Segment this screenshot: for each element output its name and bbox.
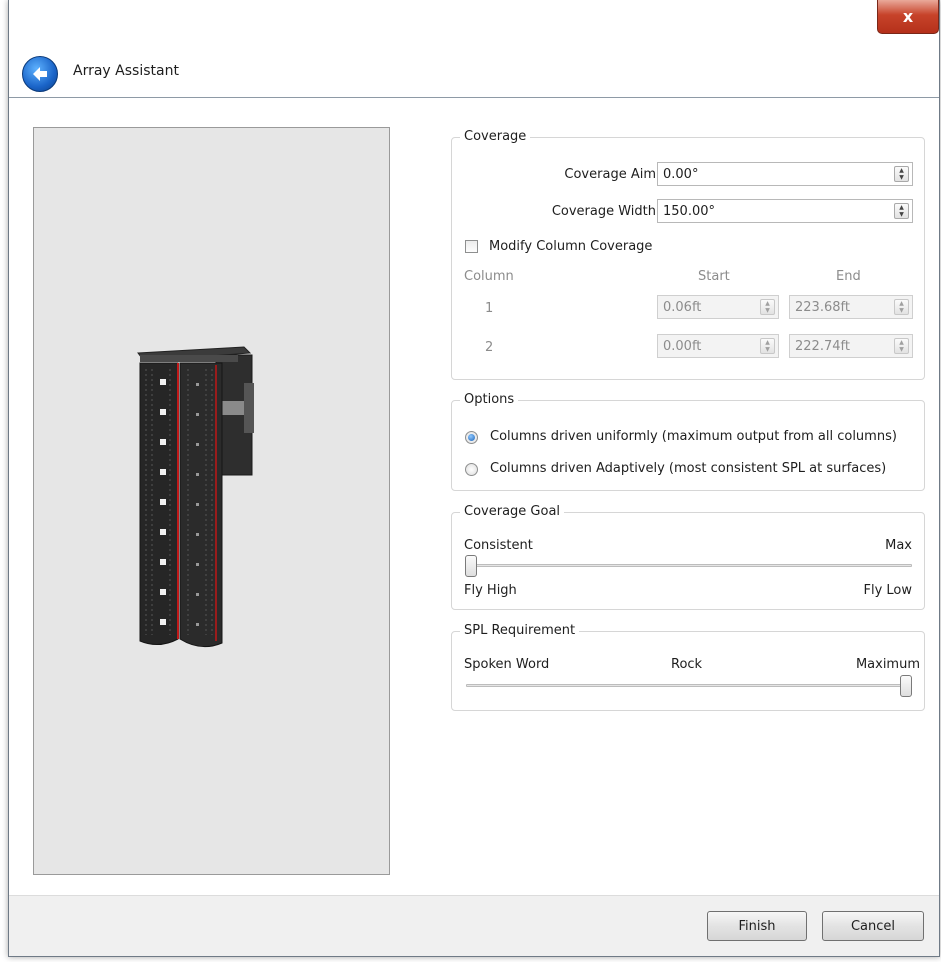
coverage-goal-slider-thumb[interactable] xyxy=(465,555,477,577)
coverage-goal-legend: Coverage Goal xyxy=(460,504,565,519)
coverage-aim-stepper[interactable]: 0.00° ▲ ▼ xyxy=(657,162,913,186)
wizard-header: Array Assistant xyxy=(9,40,939,98)
spinner-arrows-icon[interactable]: ▲ ▼ xyxy=(760,299,775,315)
radio-uniform-label: Columns driven uniformly (maximum output… xyxy=(490,429,897,444)
spinner-arrows-icon[interactable]: ▲ ▼ xyxy=(760,338,775,354)
spinner-arrows-icon[interactable]: ▲ ▼ xyxy=(894,299,909,315)
column-2-start-value: 0.00ft xyxy=(663,339,702,354)
modify-column-coverage-label: Modify Column Coverage xyxy=(489,239,653,254)
column-2-end-stepper[interactable]: 222.74ft ▲ ▼ xyxy=(789,334,913,358)
column-1-end-stepper[interactable]: 223.68ft ▲ ▼ xyxy=(789,295,913,319)
spinner-arrows-icon[interactable]: ▲ ▼ xyxy=(894,166,909,182)
coverage-goal-slider-track[interactable] xyxy=(466,564,912,567)
spl-requirement-legend: SPL Requirement xyxy=(460,623,580,638)
coverage-aim-label: Coverage Aim xyxy=(564,167,656,182)
title-bar: x xyxy=(9,0,939,40)
coverage-legend: Coverage xyxy=(460,129,531,144)
radio-adaptive[interactable] xyxy=(465,463,478,476)
fly-high-label: Fly High xyxy=(464,583,517,598)
coverage-group: Coverage Coverage Aim 0.00° ▲ ▼ Coverage … xyxy=(451,129,925,380)
modify-column-coverage-checkbox[interactable] xyxy=(465,240,478,253)
start-header: Start xyxy=(698,269,730,284)
speaker-array-image xyxy=(137,346,254,648)
column-row-number: 2 xyxy=(485,340,494,355)
consistent-label: Consistent xyxy=(464,538,533,553)
column-row-number: 1 xyxy=(485,301,494,316)
column-2-end-value: 222.74ft xyxy=(795,339,850,354)
radio-adaptive-label: Columns driven Adaptively (most consiste… xyxy=(490,461,887,476)
back-arrow-icon xyxy=(33,67,47,81)
coverage-aim-value: 0.00° xyxy=(663,167,699,182)
radio-uniform[interactable] xyxy=(465,431,478,444)
rock-label: Rock xyxy=(671,657,703,672)
maximum-label: Maximum xyxy=(855,657,920,672)
array-assistant-window: x Array Assistant Coverage Coverage Aim … xyxy=(8,0,940,957)
column-header: Column xyxy=(464,269,514,284)
back-button[interactable] xyxy=(22,56,58,92)
spl-slider-thumb[interactable] xyxy=(900,675,912,697)
column-1-start-stepper[interactable]: 0.06ft ▲ ▼ xyxy=(657,295,779,319)
column-1-end-value: 223.68ft xyxy=(795,300,850,315)
finish-button[interactable]: Finish xyxy=(707,911,807,941)
spinner-arrows-icon[interactable]: ▲ ▼ xyxy=(894,203,909,219)
cancel-button[interactable]: Cancel xyxy=(822,911,924,941)
spinner-arrows-icon[interactable]: ▲ ▼ xyxy=(894,338,909,354)
spl-slider-track[interactable] xyxy=(466,684,912,687)
spl-requirement-group: SPL Requirement Spoken Word Rock Maximum xyxy=(451,623,925,711)
coverage-goal-group: Coverage Goal Consistent Max Fly High Fl… xyxy=(451,504,925,610)
coverage-width-value: 150.00° xyxy=(663,204,715,219)
close-button[interactable]: x xyxy=(877,0,939,34)
page-title: Array Assistant xyxy=(73,63,179,79)
coverage-width-label: Coverage Width xyxy=(551,204,656,219)
close-icon: x xyxy=(902,7,914,26)
array-preview-panel xyxy=(33,127,390,875)
fly-low-label: Fly Low xyxy=(863,583,912,598)
column-2-start-stepper[interactable]: 0.00ft ▲ ▼ xyxy=(657,334,779,358)
end-header: End xyxy=(836,269,861,284)
dialog-footer: Finish Cancel xyxy=(9,895,939,956)
coverage-width-stepper[interactable]: 150.00° ▲ ▼ xyxy=(657,199,913,223)
spoken-word-label: Spoken Word xyxy=(464,657,550,672)
options-group: Options Columns driven uniformly (maximu… xyxy=(451,392,925,491)
column-1-start-value: 0.06ft xyxy=(663,300,702,315)
options-legend: Options xyxy=(460,392,519,407)
max-label: Max xyxy=(885,538,912,553)
